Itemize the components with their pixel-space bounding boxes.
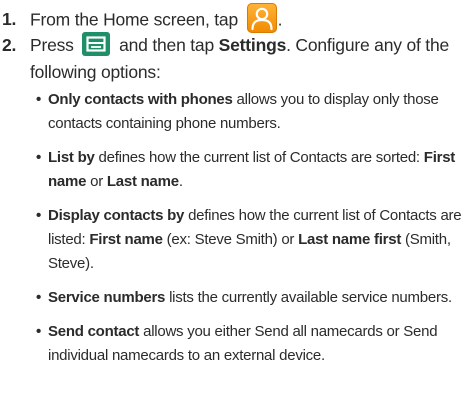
option-item: • Send contact allows you either Send al… [36, 320, 470, 368]
option-value-a: First name [89, 231, 163, 248]
option-title: Display contacts by [48, 207, 185, 224]
step-text: Press and then tap Settings. Configure a… [30, 32, 470, 86]
option-example-a: (ex: Steve Smith) or [166, 231, 295, 248]
settings-label: Settings [218, 35, 287, 55]
contacts-icon [246, 3, 277, 33]
person-silhouette-icon [251, 7, 273, 31]
step-number: 2. [2, 35, 17, 55]
option-value-b: Last name [106, 173, 179, 190]
bullet-icon: • [36, 207, 42, 224]
option-item: • Only contacts with phones allows you t… [36, 88, 470, 136]
option-title: Service numbers [48, 289, 166, 306]
option-connector: or [90, 173, 103, 190]
option-desc: defines how the current list of Contacts… [98, 149, 421, 166]
option-item: • Service numbers lists the currently av… [36, 286, 470, 310]
bullet-icon: • [36, 323, 42, 340]
step-2: 2. Press and then tap Settings. Configur… [0, 32, 476, 86]
bullet-icon: • [36, 149, 42, 166]
option-desc: lists the currently available service nu… [169, 289, 452, 306]
step-text-then-tap: and then tap [119, 35, 214, 55]
step-1: 1. From the Home screen, tap . [0, 0, 476, 33]
instruction-steps: 1. From the Home screen, tap . 2. Press … [0, 0, 476, 364]
step-text-press: Press [30, 35, 74, 55]
option-value-b: Last name first [298, 231, 402, 248]
menu-key-icon [82, 32, 111, 57]
options-list: • Only contacts with phones allows you t… [0, 88, 476, 378]
menu-lines-icon [86, 36, 107, 52]
option-end: . [178, 173, 183, 190]
option-item: • List by defines how the current list o… [36, 146, 470, 194]
step-text-before-icon: From the Home screen, tap [30, 9, 238, 30]
option-title: List by [48, 149, 95, 166]
bullet-icon: • [36, 91, 42, 108]
bullet-icon: • [36, 289, 42, 306]
step-number: 1. [2, 9, 17, 29]
option-item: • Display contacts by defines how the cu… [36, 204, 470, 276]
step-text-after-icon: . [277, 9, 283, 30]
option-title: Only contacts with phones [48, 91, 233, 108]
option-title: Send contact [48, 323, 140, 340]
